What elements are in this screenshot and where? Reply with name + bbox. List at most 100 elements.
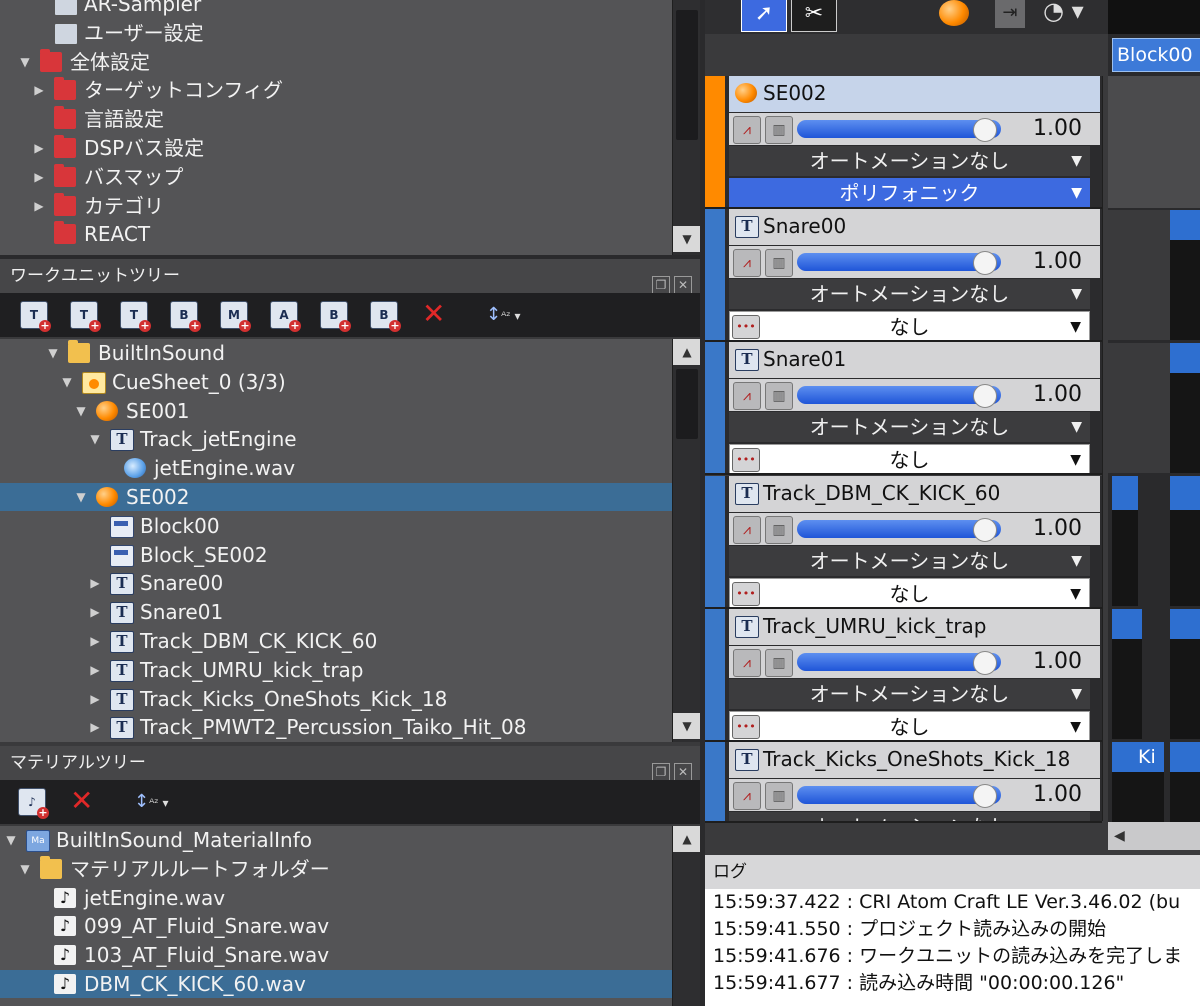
tree-row[interactable]: ▶ バスマップ <box>0 163 672 191</box>
playback-mode-dropdown[interactable]: ポリフォニック ▼ <box>729 178 1090 207</box>
volume-slider-knob[interactable] <box>973 251 997 276</box>
envelope-icon[interactable]: ⩘ <box>733 249 761 278</box>
expand-toggle-icon[interactable]: ▶ <box>88 627 102 655</box>
cue-orb-icon[interactable] <box>939 0 969 26</box>
expand-toggle-icon[interactable]: ▶ <box>88 713 102 741</box>
tree-row[interactable]: ▶ T Snare01 <box>0 598 672 626</box>
add-item-icon[interactable]: T + <box>120 301 151 332</box>
playback-mode-dropdown[interactable]: ••• なし ▼ <box>729 710 1090 740</box>
tree-row[interactable]: ♪ DBM_CK_KICK_60.wav <box>0 970 672 998</box>
expand-toggle-icon[interactable]: ▼ <box>88 425 102 453</box>
tree-row[interactable]: ▶ T Track_UMRU_kick_trap <box>0 656 672 684</box>
tree-row[interactable]: ▼ T Track_jetEngine <box>0 425 672 453</box>
tree-row[interactable]: ▶ T Snare00 <box>0 569 672 597</box>
tree-row[interactable]: ユーザー設定 <box>0 19 672 47</box>
volume-slider-knob[interactable] <box>973 118 997 142</box>
clip[interactable] <box>1112 476 1138 606</box>
volume-slider[interactable] <box>797 386 1001 405</box>
project-tree-scrollbar[interactable]: ▼ <box>672 0 701 255</box>
tree-row[interactable]: Block_SE002 <box>0 541 672 569</box>
expand-toggle-icon[interactable]: ▼ <box>18 855 32 883</box>
clip[interactable] <box>1170 343 1200 473</box>
cut-tool-icon[interactable]: ✂ <box>791 0 837 32</box>
block-header[interactable]: Block00 <box>1112 38 1200 72</box>
track-header[interactable]: T Snare00 <box>729 209 1100 246</box>
tree-row[interactable]: ▶ DSPバス設定 <box>0 134 672 162</box>
close-icon[interactable]: ✕ <box>674 763 692 781</box>
mixer-icon[interactable]: ▥ <box>765 782 793 810</box>
track-header[interactable]: SE002 <box>729 76 1100 112</box>
clip[interactable] <box>1112 609 1142 739</box>
delete-icon[interactable]: ✕ <box>70 786 93 816</box>
add-item-icon[interactable]: M + <box>220 301 251 332</box>
delete-icon[interactable]: ✕ <box>422 299 445 329</box>
clip[interactable] <box>1170 476 1200 606</box>
track-row[interactable]: T Track_DBM_CK_KICK_60 ⩘ ▥ 1.00 オートメーションなし ▼ ••… <box>705 475 1102 609</box>
automation-dropdown[interactable]: オートメーションなし ▼ <box>729 279 1090 310</box>
playback-mode-dropdown[interactable]: ••• なし ▼ <box>729 444 1090 474</box>
playback-mode-dropdown[interactable]: ••• なし ▼ <box>729 311 1090 341</box>
volume-slider[interactable] <box>797 120 1001 138</box>
scroll-down-arrow[interactable]: ▼ <box>673 713 701 739</box>
tree-row[interactable]: AR-Sampler <box>0 0 672 18</box>
float-icon[interactable]: ❐ <box>652 276 670 294</box>
scrollbar-thumb[interactable] <box>676 10 698 140</box>
workunit-tree-scrollbar[interactable]: ▲ ▼ <box>672 339 701 742</box>
expand-toggle-icon[interactable]: ▶ <box>88 569 102 597</box>
add-item-icon[interactable]: B + <box>320 301 351 332</box>
tree-row[interactable]: ▶ T Track_PMWT2_Percussion_Taiko_Hit_08 <box>0 713 672 741</box>
volume-slider[interactable] <box>797 786 1001 804</box>
track-row[interactable]: TTrack_Kicks_OneShots_Kick_18⩘▥1.00オートメー… <box>705 742 1102 823</box>
tree-row[interactable]: ▶ ターゲットコンフィグ <box>0 76 672 104</box>
expand-toggle-icon[interactable]: ▶ <box>32 163 46 191</box>
add-material-icon[interactable]: ♪ + <box>18 788 49 819</box>
select-tool-icon[interactable]: ➚ <box>741 0 787 32</box>
add-item-icon[interactable]: T + <box>20 301 51 332</box>
sort-icon[interactable]: ↕ᴬᶻ ▾ <box>134 788 169 817</box>
tree-row[interactable]: ▼ BuiltInSound <box>0 339 672 367</box>
expand-toggle-icon[interactable]: ▼ <box>60 368 74 396</box>
expand-toggle-icon[interactable]: ▼ <box>18 48 32 76</box>
clip[interactable] <box>1170 210 1200 340</box>
material-tree-scrollbar[interactable]: ▲ <box>672 826 701 1006</box>
scrollbar-thumb[interactable] <box>676 369 698 439</box>
clip[interactable] <box>1170 609 1200 739</box>
mixer-icon[interactable]: ▥ <box>765 648 793 677</box>
expand-toggle-icon[interactable]: ▶ <box>32 192 46 220</box>
tree-row[interactable]: Block00 <box>0 512 672 540</box>
automation-dropdown[interactable]: オートメーションなし ▼ <box>729 545 1090 576</box>
automation-dropdown[interactable]: オートメーションなし ▼ <box>729 146 1090 176</box>
add-item-icon[interactable]: B + <box>370 301 401 332</box>
expand-toggle-icon[interactable]: ▶ <box>32 134 46 162</box>
envelope-icon[interactable]: ⩘ <box>733 782 761 810</box>
export-icon[interactable]: ⇥ <box>995 0 1025 28</box>
add-item-icon[interactable]: T + <box>70 301 101 332</box>
tree-row[interactable]: jetEngine.wav <box>0 454 672 482</box>
scroll-down-arrow[interactable]: ▼ <box>673 226 701 252</box>
add-item-icon[interactable]: A + <box>270 301 301 332</box>
tree-row[interactable]: ♪ 103_AT_Fluid_Snare.wav <box>0 941 672 969</box>
tree-row[interactable]: ▼ 全体設定 <box>0 48 672 76</box>
playback-mode-dropdown[interactable]: ••• なし ▼ <box>729 577 1090 607</box>
clock-icon[interactable]: ◔ ▾ <box>1043 0 1084 26</box>
close-icon[interactable]: ✕ <box>674 276 692 294</box>
volume-slider-knob[interactable] <box>973 784 997 808</box>
tree-row[interactable]: REACT <box>0 220 672 248</box>
tree-row[interactable]: ♪ jetEngine.wav <box>0 884 672 912</box>
float-icon[interactable]: ❐ <box>652 763 670 781</box>
volume-slider-knob[interactable] <box>973 384 997 409</box>
track-header[interactable]: T Track_Kicks_OneShots_Kick_18 <box>729 742 1100 778</box>
tree-row[interactable]: ▼ マテリアルルートフォルダー <box>0 855 672 883</box>
clip[interactable] <box>1170 742 1200 822</box>
tree-row[interactable]: ▶ T Track_Kicks_OneShots_Kick_18 <box>0 685 672 713</box>
tree-row[interactable]: ▼ SE001 <box>0 397 672 425</box>
add-item-icon[interactable]: B + <box>170 301 201 332</box>
mixer-icon[interactable]: ▥ <box>765 249 793 278</box>
track-header[interactable]: T Track_DBM_CK_KICK_60 <box>729 475 1100 512</box>
volume-slider-knob[interactable] <box>973 517 997 542</box>
tree-row[interactable]: ▼ SE002 <box>0 483 672 511</box>
mixer-icon[interactable]: ▥ <box>765 382 793 411</box>
scroll-up-arrow[interactable]: ▲ <box>673 339 701 365</box>
expand-toggle-icon[interactable]: ▼ <box>4 826 18 854</box>
expand-toggle-icon[interactable]: ▼ <box>46 339 60 367</box>
